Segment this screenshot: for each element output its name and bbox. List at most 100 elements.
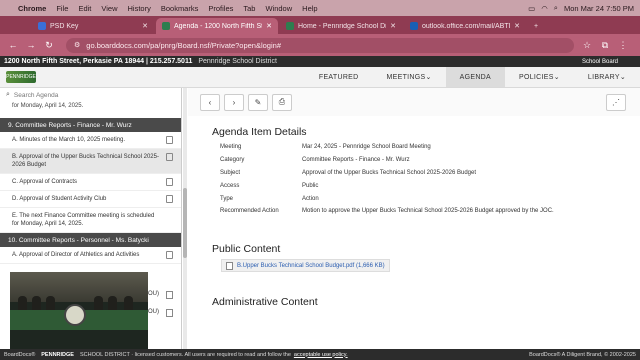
menu-edit[interactable]: Edit [78,4,91,13]
nav-policies-label: POLICIES [519,73,554,81]
menu-view[interactable]: View [101,4,117,13]
tab-psd-key[interactable]: PSD Key ✕ [32,18,154,34]
menu-history[interactable]: History [128,4,151,13]
star-icon[interactable]: ☆ [580,40,594,51]
pennridge-logo[interactable]: PENNRIDGE [6,71,36,83]
agenda-item-9b[interactable]: B. Approval of the Upper Bucks Technical… [0,149,181,174]
detail-value: Public [302,182,319,189]
sidebar-scrollbar[interactable] [183,88,187,349]
wifi-icon[interactable]: ◠ [541,4,548,13]
menu-app-name[interactable]: Chrome [18,4,46,13]
close-icon[interactable]: ✕ [514,22,520,30]
item-toolbar: ‹ › ✎ ⎙ ⋰ [188,88,640,116]
next-item-button[interactable]: › [224,93,244,111]
meeting-video-overlay[interactable] [10,272,148,349]
acceptable-use-link[interactable]: acceptable use policy. [294,352,348,358]
boarddocs-nav: PENNRIDGE FEATURED MEETINGS ⌄ AGENDA POL… [0,67,640,88]
edit-button[interactable]: ✎ [248,93,268,111]
search-icon: ⌕ [6,91,10,98]
previous-item-text: for Monday, April 14, 2025. [12,103,84,109]
attachment-filename: B.Upper Bucks Technical School Budget.pd… [237,262,385,269]
pdf-icon [226,261,233,270]
chevron-down-icon: ⌄ [619,74,626,81]
menu-file[interactable]: File [56,4,68,13]
agenda-item-detail: ‹ › ✎ ⎙ ⋰ Agenda Item Details Meeting Mar… [188,88,640,349]
psd-key-favicon-icon [38,22,46,30]
mac-menu-bar: Chrome File Edit View History Bookmarks … [0,0,640,16]
browser-toolbar: ← → ↻ ⚙ go.boarddocs.com/pa/pnrg/Board.n… [0,34,640,56]
search-icon[interactable]: ⌕ [554,3,558,13]
agenda-item-9c[interactable]: C. Approval of Contracts [0,174,181,191]
item-details-table: Meeting Mar 24, 2025 - Pennridge School B… [220,141,554,218]
close-icon[interactable]: ✕ [390,22,396,30]
tab-outlook[interactable]: outlook.office.com/mail/ABTI ✕ [404,18,526,34]
menu-bookmarks[interactable]: Bookmarks [161,4,199,13]
search-agenda-input[interactable]: ⌕ Search Agenda [0,88,181,102]
previous-item-tail[interactable]: for Monday, April 14, 2025. [0,102,181,118]
printer-icon: ⎙ [278,97,286,106]
detail-row: Type Action [220,192,554,205]
nav-featured[interactable]: FEATURED [305,67,373,87]
menu-help[interactable]: Help [302,4,317,13]
menu-tab[interactable]: Tab [243,4,255,13]
menu-window[interactable]: Window [265,4,292,13]
tab-home-pennridge[interactable]: Home - Pennridge School Dis ✕ [280,18,402,34]
attachment-link[interactable]: B.Upper Bucks Technical School Budget.pd… [221,259,390,272]
agenda-item-label: C. Approval of Contracts [12,179,78,185]
pennridge-favicon-icon [286,22,294,30]
section-finance[interactable]: 9. Committee Reports - Finance - Mr. Wur… [0,118,181,132]
agenda-item-label: A. Approval of Director of Athletics and… [12,252,140,258]
print-button[interactable]: ⎙ [272,93,292,111]
boarddocs-favicon-icon [162,22,170,30]
chevron-down-icon: ⌄ [553,74,560,81]
close-icon[interactable]: ✕ [142,22,148,30]
detail-key: Meeting [220,144,242,151]
attachment-icon [166,195,173,203]
nav-library[interactable]: LIBRARY ⌄ [574,67,640,87]
nav-meetings[interactable]: MEETINGS ⌄ [373,67,446,87]
tab-agenda[interactable]: Agenda - 1200 North Fifth St ✕ [156,18,278,34]
previous-item-button[interactable]: ‹ [200,93,220,111]
agenda-item-label: D. Approval of Student Activity Club [12,196,107,202]
address-bar[interactable]: ⚙ go.boarddocs.com/pa/pnrg/Board.nsf/Pri… [66,37,574,53]
agenda-item-9a[interactable]: A. Minutes of the March 10, 2025 meeting… [0,132,181,149]
detail-value: Action [302,195,319,202]
agenda-item-label: A. Minutes of the March 10, 2025 meeting… [12,137,126,143]
nav-agenda[interactable]: AGENDA [445,67,506,87]
board-selector[interactable]: School Board [582,59,618,65]
attachment-icon [166,153,173,161]
section-personnel[interactable]: 10. Committee Reports - Personnel - Ms. … [0,233,181,247]
tab-label: Agenda - 1200 North Fifth St [174,22,263,30]
battery-icon[interactable]: ▭ [528,4,535,13]
tab-label: Home - Pennridge School Dis [298,22,387,30]
plus-icon: + [533,22,539,30]
extensions-icon[interactable]: ⧉ [598,40,612,51]
site-info-icon[interactable]: ⚙ [74,41,80,49]
menu-clock[interactable]: Mon Mar 24 7:50 PM [564,4,634,13]
back-icon[interactable]: ← [6,40,20,50]
scrollbar-thumb[interactable] [183,188,187,258]
detail-value: Approval of the Upper Bucks Technical Sc… [302,169,477,176]
more-icon[interactable]: ⋮ [616,40,630,51]
footer-left: BoardDocs® [4,351,36,358]
nav-policies[interactable]: POLICIES ⌄ [505,67,574,87]
administrative-content-heading: Administrative Content [212,296,318,308]
menu-profiles[interactable]: Profiles [208,4,233,13]
detail-key: Category [220,157,245,164]
nav-meetings-label: MEETINGS [386,73,426,81]
detail-value: Mar 24, 2025 - Pennridge School Board Me… [302,144,431,151]
agenda-item-9e[interactable]: E. The next Finance Committee meeting is… [0,208,181,233]
forward-icon[interactable]: → [24,40,38,50]
detail-row: Access Public [220,179,554,192]
share-button[interactable]: ⋰ [606,93,626,111]
detail-key: Access [220,182,240,189]
footer-notice: SCHOOL DISTRICT · licensed customers. Al… [79,351,291,358]
agenda-item-9d[interactable]: D. Approval of Student Activity Club [0,191,181,208]
detail-row: Category Committee Reports - Finance - Mr… [220,154,554,167]
close-icon[interactable]: ✕ [266,22,272,30]
detail-key: Type [220,195,234,202]
agenda-item-10a[interactable]: A. Approval of Director of Athletics and… [0,247,181,264]
reload-icon[interactable]: ↻ [42,40,56,51]
attachment-icon [166,136,173,144]
new-tab-button[interactable]: + [528,18,544,34]
